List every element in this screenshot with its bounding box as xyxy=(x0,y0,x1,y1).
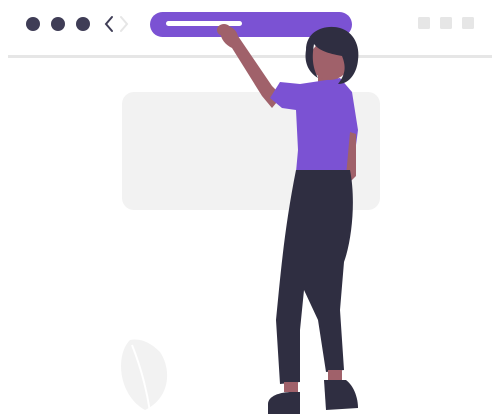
address-bar-text-line xyxy=(166,21,242,26)
browser-illustration xyxy=(8,12,492,414)
illustration-stage xyxy=(0,0,492,416)
leaf-plant-icon xyxy=(121,339,168,413)
window-button-icon[interactable] xyxy=(462,17,474,29)
window-dot xyxy=(26,17,40,31)
window-button-icon[interactable] xyxy=(418,17,430,29)
window-dot xyxy=(51,17,65,31)
chevron-right-icon[interactable] xyxy=(120,16,129,32)
window-button-icon[interactable] xyxy=(440,17,452,29)
woman-figure xyxy=(217,24,359,414)
window-dot xyxy=(76,17,90,31)
chevron-left-icon[interactable] xyxy=(104,16,113,32)
